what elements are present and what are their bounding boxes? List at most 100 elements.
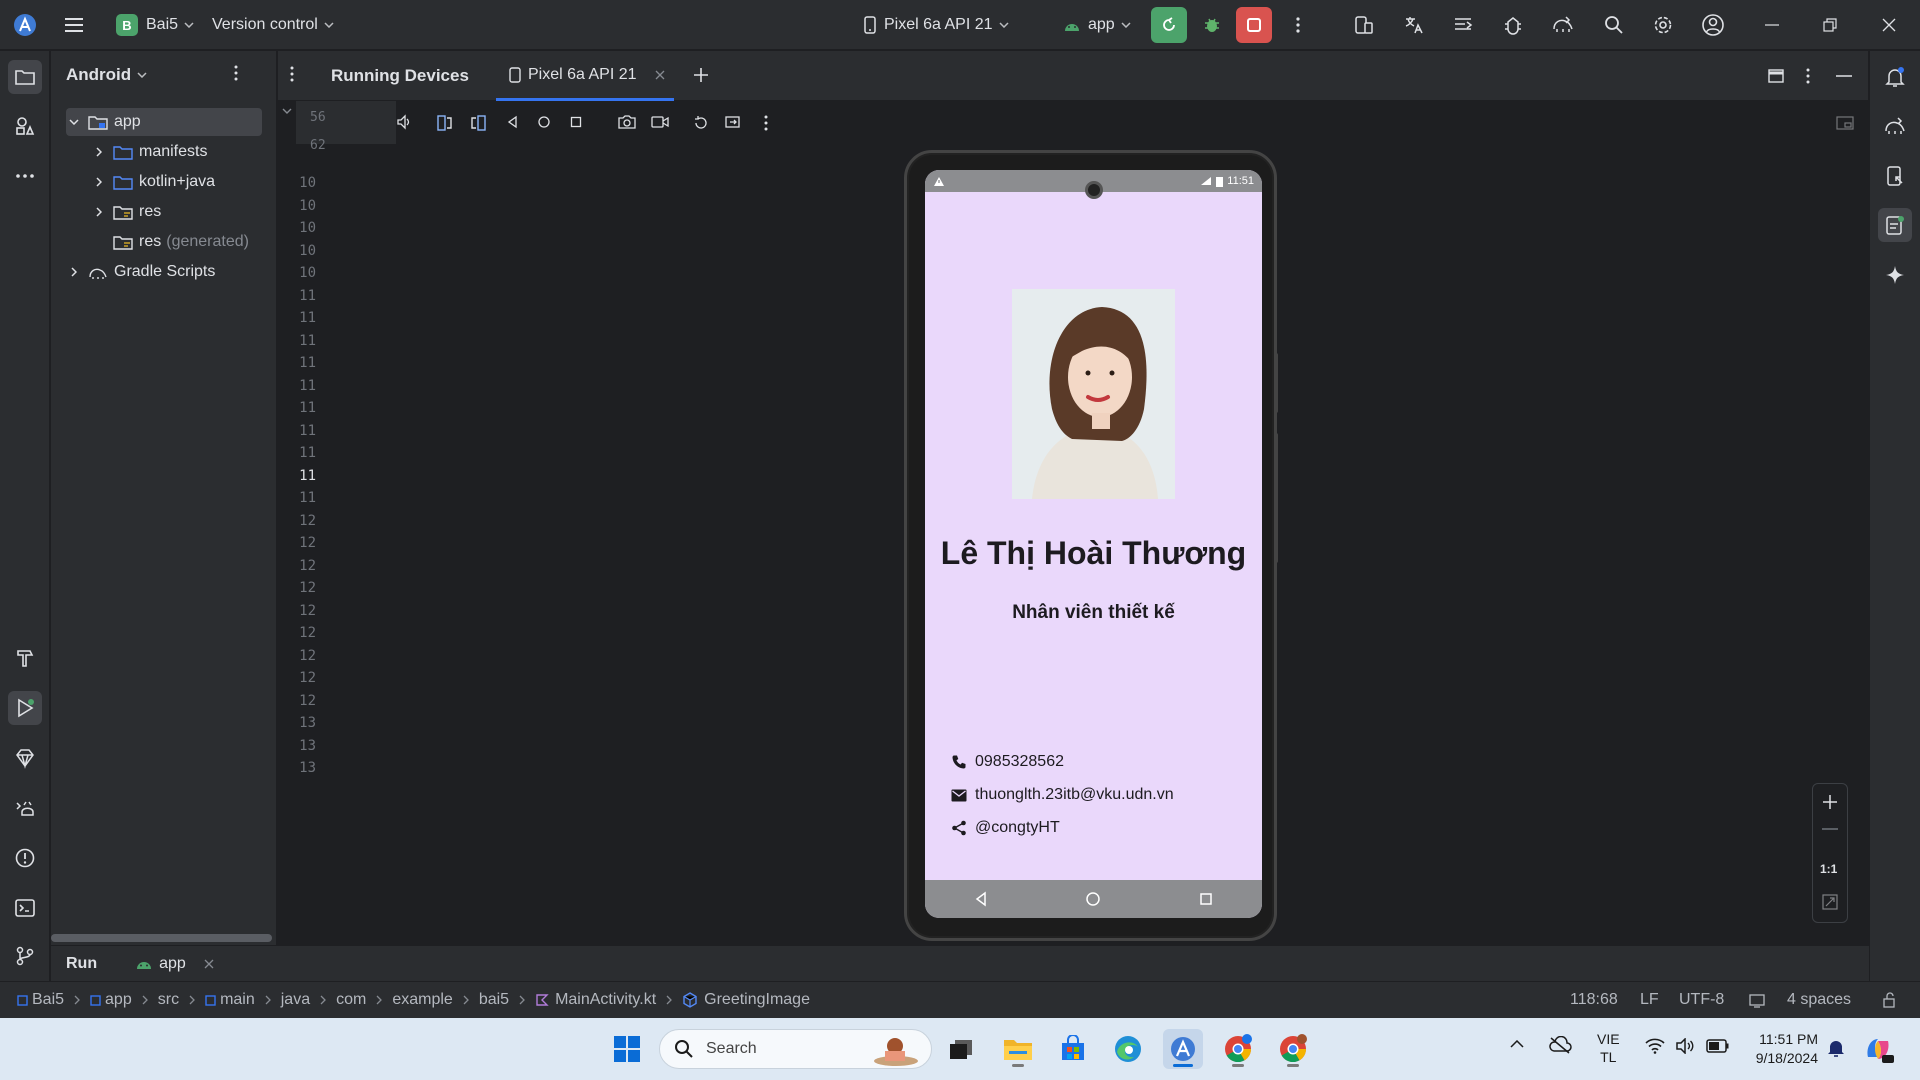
panel-options-icon[interactable] <box>234 65 238 81</box>
gemini-sparkle-icon[interactable] <box>1878 258 1912 292</box>
microsoft-store-icon[interactable] <box>1053 1029 1093 1069</box>
terminal-icon[interactable] <box>8 891 42 925</box>
taskbar-search-box[interactable]: Search <box>659 1029 932 1069</box>
device-file-explorer-icon[interactable] <box>1878 159 1912 193</box>
tab-pixel-6a[interactable]: Pixel 6a API 21 <box>496 51 674 101</box>
debug-button[interactable] <box>1194 7 1230 43</box>
tree-item-app[interactable]: app <box>66 108 262 136</box>
close-tab-icon[interactable] <box>655 70 665 80</box>
account-icon[interactable] <box>1695 7 1731 43</box>
volume-speaker-icon[interactable] <box>1675 1038 1695 1054</box>
breadcrumb-item[interactable]: Bai5 <box>17 991 64 1009</box>
power-button[interactable] <box>1274 353 1278 413</box>
more-tools-icon[interactable] <box>8 159 42 193</box>
phone-back-icon[interactable] <box>973 891 989 907</box>
file-explorer-icon[interactable] <box>998 1029 1038 1069</box>
breadcrumb-item[interactable]: MainActivity.kt <box>535 991 656 1009</box>
running-devices-tool-icon[interactable] <box>1878 208 1912 242</box>
problems-icon[interactable] <box>8 841 42 875</box>
tree-item-kotlin-java[interactable]: kotlin+java <box>91 168 215 196</box>
breadcrumb-item[interactable]: main <box>205 991 255 1009</box>
device-selector[interactable]: Pixel 6a API 21 <box>856 7 1015 43</box>
notifications-bell-icon[interactable] <box>1878 60 1912 94</box>
tree-item-manifests[interactable]: manifests <box>91 138 207 166</box>
edge-browser-icon[interactable] <box>1108 1029 1148 1069</box>
project-folder-icon[interactable] <box>8 60 42 94</box>
chrome-profile-icon[interactable] <box>1273 1029 1313 1069</box>
tree-item-res-generated[interactable]: res (generated) <box>113 228 249 256</box>
breadcrumb-item[interactable]: app <box>90 991 132 1009</box>
notification-bell-icon[interactable] <box>1827 1038 1845 1058</box>
phone-home-icon[interactable] <box>1085 891 1101 907</box>
overview-icon[interactable] <box>569 115 583 129</box>
breadcrumb-item[interactable]: java <box>281 991 310 1009</box>
zoom-actual-size[interactable]: 1:1 <box>1820 862 1837 876</box>
phone-recents-icon[interactable] <box>1198 891 1214 907</box>
input-language-indicator[interactable]: VIE TL <box>1597 1030 1620 1066</box>
gradle-sync-icon[interactable] <box>1545 7 1581 43</box>
version-control-icon[interactable] <box>8 939 42 973</box>
file-encoding[interactable]: UTF-8 <box>1679 991 1724 1009</box>
project-switcher[interactable]: B Bai5 <box>110 7 200 43</box>
phone-screen[interactable]: 11:51 Lê Thị Hoài Thương Nhân viên thiết… <box>925 170 1262 918</box>
more-device-actions-icon[interactable] <box>764 115 768 131</box>
gradle-tool-icon[interactable] <box>1878 109 1912 143</box>
home-icon[interactable] <box>537 115 551 129</box>
rotate-left-icon[interactable] <box>436 114 454 132</box>
version-control-menu[interactable]: Version control <box>212 7 334 43</box>
horizontal-scrollbar[interactable] <box>51 934 272 942</box>
breadcrumb-item[interactable]: bai5 <box>479 991 509 1009</box>
volume-rocker[interactable] <box>1274 433 1278 563</box>
screenshot-camera-icon[interactable] <box>618 114 636 130</box>
chrome-browser-icon[interactable] <box>1218 1029 1258 1069</box>
android-studio-logo-icon[interactable] <box>12 12 38 38</box>
window-layout-icon[interactable] <box>1768 68 1784 84</box>
settings-gear-icon[interactable] <box>1645 7 1681 43</box>
device-manager-icon[interactable] <box>1346 7 1382 43</box>
indent-setting[interactable]: 4 spaces <box>1787 991 1851 1009</box>
minimize-window-icon[interactable] <box>1754 7 1790 43</box>
tree-item-gradle-scripts[interactable]: Gradle Scripts <box>66 258 215 286</box>
add-device-tab-icon[interactable] <box>692 66 710 84</box>
gutter-collapse-chevron-icon[interactable] <box>282 108 292 114</box>
device-mirroring-icon[interactable] <box>725 114 743 132</box>
lock-icon[interactable] <box>1882 992 1898 1008</box>
show-hidden-icons-chevron-icon[interactable] <box>1510 1040 1524 1048</box>
task-view-icon[interactable] <box>941 1029 981 1069</box>
main-menu-icon[interactable] <box>56 7 92 43</box>
app-quality-icon[interactable] <box>1495 7 1531 43</box>
close-tab-icon[interactable] <box>204 959 214 969</box>
run-config-selector[interactable]: app <box>1056 7 1137 43</box>
copilot-icon[interactable] <box>1862 1033 1894 1065</box>
zoom-out-icon[interactable] <box>1822 828 1838 830</box>
rotate-right-icon[interactable] <box>469 114 487 132</box>
screen-record-icon[interactable] <box>651 114 669 130</box>
apply-changes-button[interactable] <box>1151 7 1187 43</box>
volume-icon[interactable] <box>396 114 412 130</box>
layout-inspector-icon[interactable] <box>1445 7 1481 43</box>
tree-item-res[interactable]: res <box>91 198 161 226</box>
taskbar-clock[interactable]: 11:51 PM 9/18/2024 <box>1730 1030 1818 1068</box>
restore-window-icon[interactable] <box>1812 7 1848 43</box>
zoom-in-icon[interactable] <box>1822 794 1838 810</box>
gem-profiler-icon[interactable] <box>8 741 42 775</box>
tool-window-options-icon[interactable] <box>290 66 294 82</box>
cloud-sync-off-icon[interactable] <box>1548 1036 1572 1054</box>
reset-rotation-icon[interactable] <box>692 114 710 132</box>
android-studio-taskbar-icon[interactable] <box>1163 1029 1203 1069</box>
windows-start-icon[interactable] <box>607 1029 647 1069</box>
zoom-fit-icon[interactable] <box>1822 894 1838 910</box>
breadcrumb-item[interactable]: GreetingImage <box>682 991 810 1009</box>
project-view-selector[interactable]: Android <box>66 65 147 85</box>
wifi-icon[interactable] <box>1645 1038 1665 1054</box>
battery-status-icon[interactable] <box>1706 1039 1730 1053</box>
picture-in-picture-icon[interactable] <box>1836 115 1854 131</box>
readonly-toggle-icon[interactable] <box>1749 994 1765 1008</box>
breadcrumb-item[interactable]: example <box>392 991 452 1009</box>
translate-icon[interactable] <box>1396 7 1432 43</box>
back-icon[interactable] <box>506 115 520 129</box>
logcat-icon[interactable] <box>8 791 42 825</box>
caret-position[interactable]: 118:68 <box>1570 991 1618 1009</box>
hide-panel-icon[interactable] <box>1836 75 1852 77</box>
more-actions-icon[interactable] <box>1280 7 1316 43</box>
